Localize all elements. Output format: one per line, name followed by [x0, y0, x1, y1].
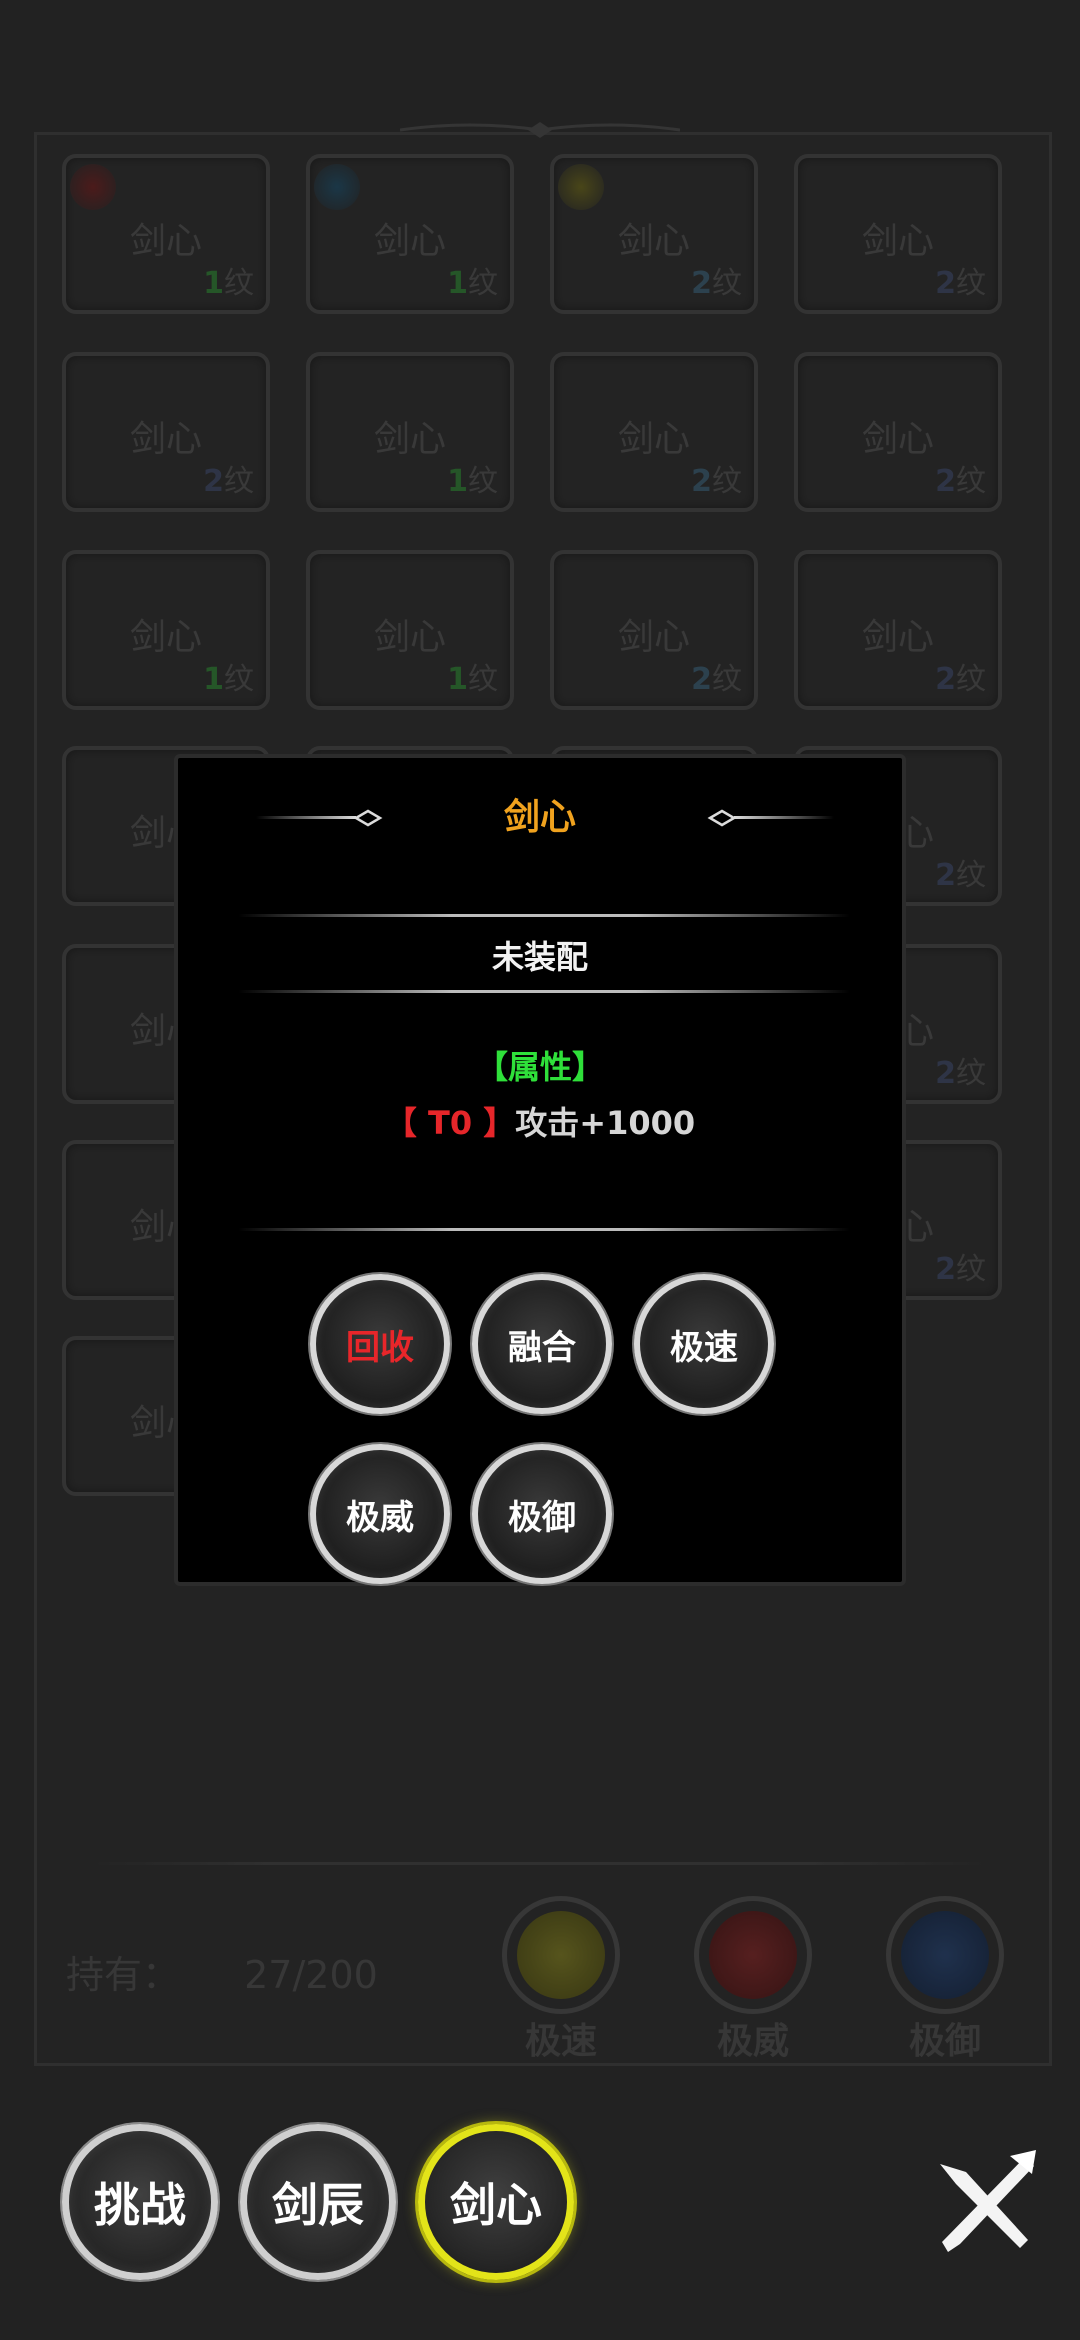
- attributes-divider: [238, 1228, 850, 1231]
- title-right-ornament: [707, 809, 834, 827]
- fuse-button[interactable]: 融合: [472, 1274, 612, 1414]
- tab-sword-star[interactable]: 剑辰: [240, 2124, 396, 2280]
- attribute-value: 攻击+1000: [515, 1104, 696, 1142]
- status-bottom-divider: [238, 990, 850, 993]
- attributes-heading: 【属性】: [475, 1048, 604, 1086]
- speed-button[interactable]: 极速: [634, 1274, 774, 1414]
- equip-status: 未装配: [491, 938, 588, 976]
- close-swords-icon[interactable]: [926, 2144, 1042, 2260]
- item-detail-modal: 剑心 未装配 【属性】 【 T0 】攻击+1000 回收 融合 极速 极威 极御: [174, 754, 906, 1586]
- status-top-divider: [238, 914, 850, 917]
- tab-challenge[interactable]: 挑战: [62, 2124, 218, 2280]
- defense-button[interactable]: 极御: [472, 1444, 612, 1584]
- tab-sword-heart[interactable]: 剑心: [418, 2124, 574, 2280]
- power-button[interactable]: 极威: [310, 1444, 450, 1584]
- attribute-line: 【 T0 】攻击+1000: [178, 1098, 902, 1144]
- recycle-button[interactable]: 回收: [310, 1274, 450, 1414]
- attribute-tier: 【 T0 】: [384, 1104, 516, 1142]
